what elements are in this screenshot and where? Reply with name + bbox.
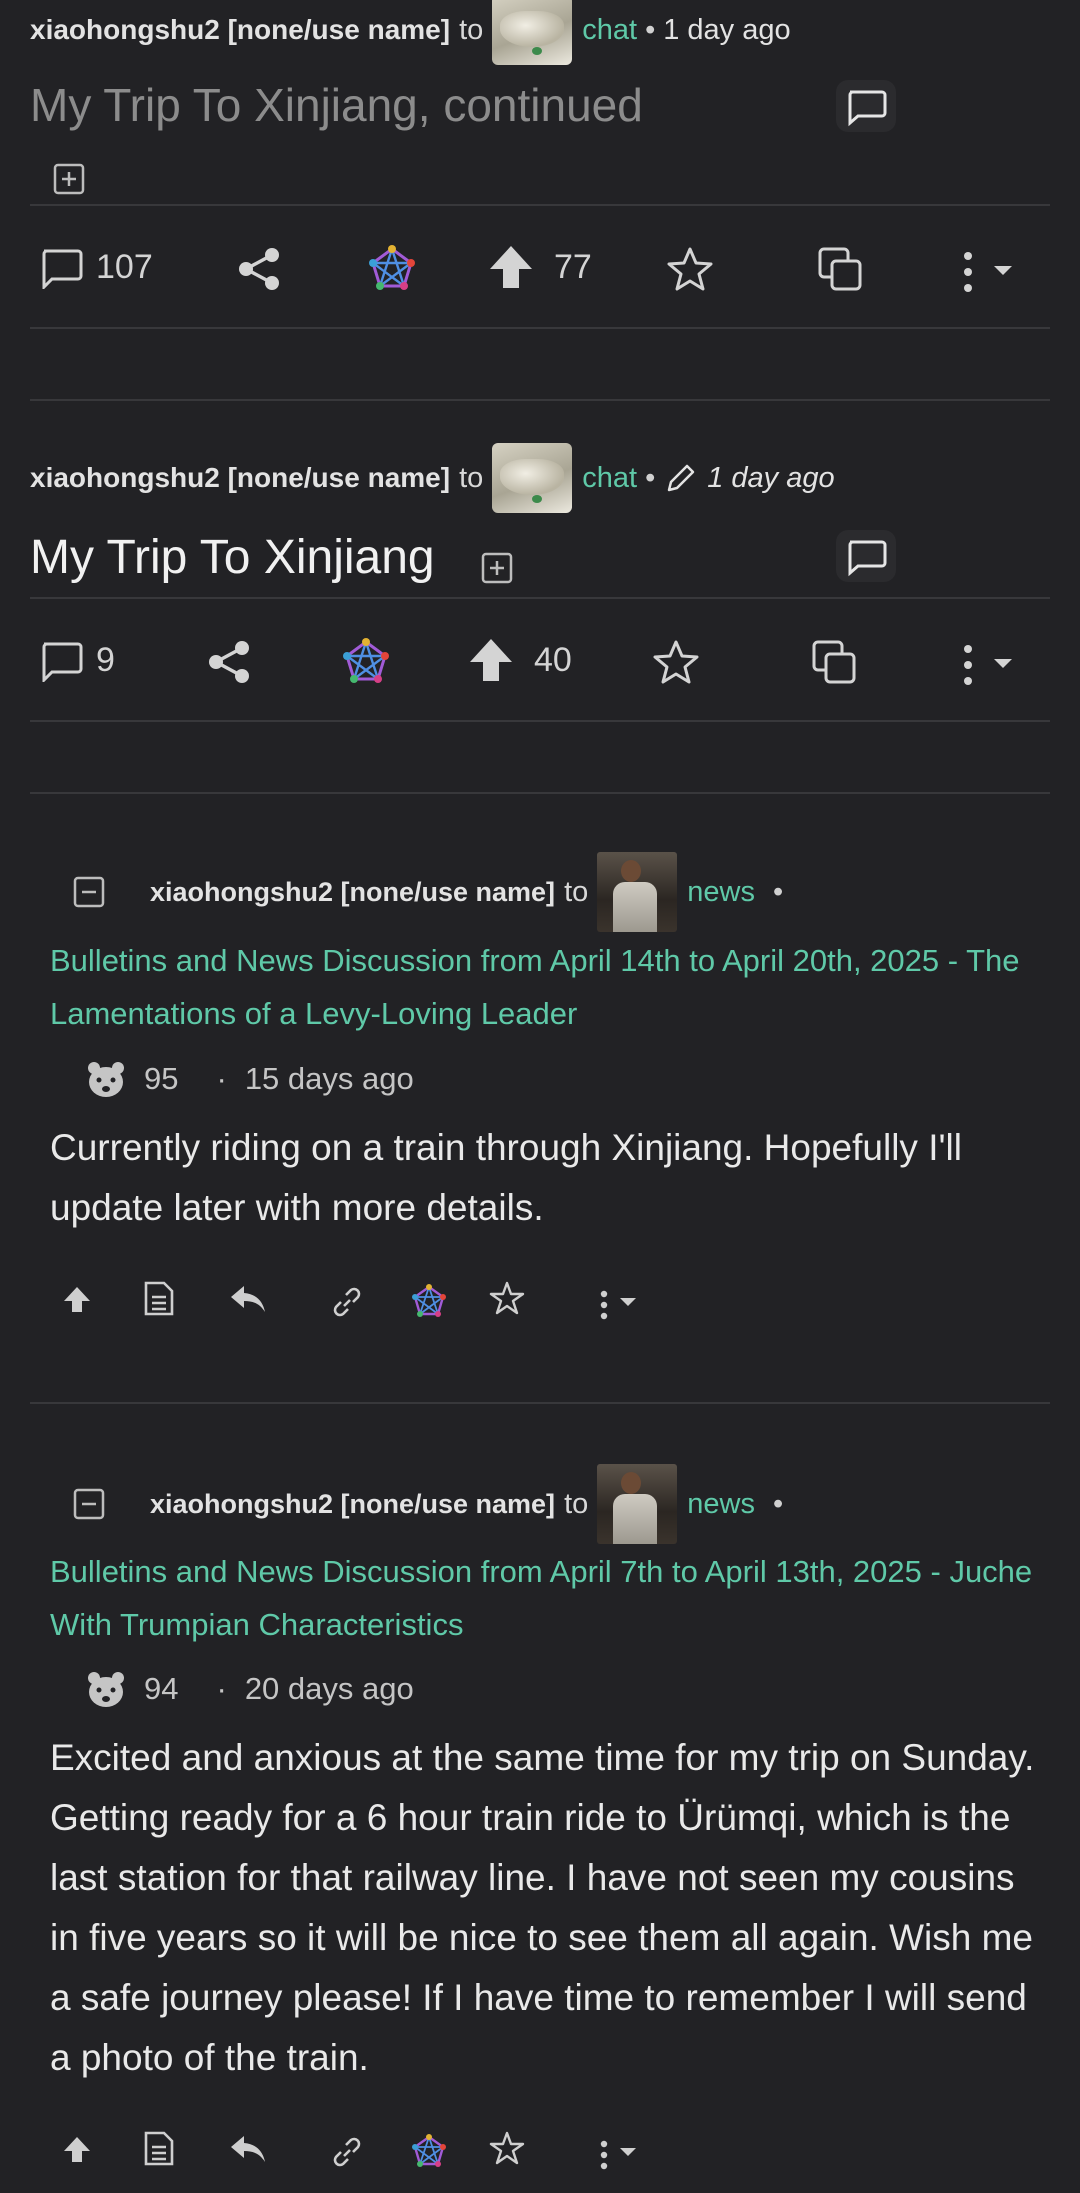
separator-dot: •: [645, 13, 656, 46]
comment-body: Currently riding on a train through Xinj…: [50, 1127, 962, 1228]
separator-dot: ·: [216, 1671, 227, 1706]
comments-button[interactable]: 9: [38, 638, 115, 682]
community-avatar[interactable]: [597, 852, 678, 932]
reply-icon[interactable]: [228, 2132, 268, 2166]
comment-bubble-icon[interactable]: [836, 80, 896, 132]
comment-time: 20 days ago: [244, 1671, 414, 1706]
expand-icon[interactable]: [52, 162, 86, 196]
post-actions: 9 40: [30, 600, 1045, 720]
post-title-link[interactable]: Bulletins and News Discussion from April…: [50, 934, 1040, 1040]
post-title[interactable]: My Trip To Xinjiang: [30, 530, 435, 585]
username-link[interactable]: xiaohongshu2 [none/use name]: [30, 14, 450, 46]
fediverse-icon[interactable]: [342, 638, 390, 686]
comment-meta: xiaohongshu2 [none/use name] to news •: [72, 1464, 791, 1544]
collapse-icon[interactable]: [72, 875, 106, 909]
bear-icon: [88, 1062, 124, 1097]
more-icon[interactable]: [598, 2136, 668, 2176]
post-score: 40: [534, 640, 572, 679]
collapse-icon[interactable]: [72, 1487, 106, 1521]
username-link[interactable]: xiaohongshu2 [none/use name]: [150, 1489, 555, 1520]
link-icon[interactable]: [328, 1284, 366, 1320]
community-link[interactable]: chat: [582, 462, 637, 495]
comment-icon: [42, 642, 83, 682]
post-time: 1 day ago: [663, 13, 791, 46]
separator-dot: •: [772, 1487, 784, 1520]
upvote-icon[interactable]: [62, 2134, 92, 2164]
star-icon[interactable]: [488, 2130, 526, 2166]
separator-dot: •: [645, 461, 656, 494]
upvote-icon: [470, 639, 512, 681]
more-icon[interactable]: [960, 247, 1030, 297]
post-score: 77: [554, 247, 592, 286]
more-icon[interactable]: [960, 640, 1030, 690]
link-icon[interactable]: [328, 2134, 366, 2170]
more-icon[interactable]: [598, 1286, 668, 1326]
post-actions: 107 77: [30, 207, 1045, 327]
community-link[interactable]: news: [687, 1488, 755, 1521]
separator-dot: ·: [216, 1061, 227, 1096]
comment-count: 9: [96, 640, 115, 679]
share-icon[interactable]: [206, 639, 252, 685]
bear-icon: [88, 1672, 124, 1707]
fediverse-icon[interactable]: [412, 2134, 446, 2168]
post-meta: xiaohongshu2 [none/use name] to chat • 1…: [30, 443, 835, 513]
username-link[interactable]: xiaohongshu2 [none/use name]: [150, 877, 555, 908]
upvote-button[interactable]: 77: [488, 243, 592, 291]
username-link[interactable]: xiaohongshu2 [none/use name]: [30, 462, 450, 494]
community-avatar[interactable]: [597, 1464, 678, 1544]
pencil-icon: [667, 464, 695, 492]
chevron-down-icon: [620, 2148, 636, 2156]
source-icon[interactable]: [142, 2130, 176, 2168]
comment-time: 15 days ago: [244, 1061, 414, 1096]
upvote-icon: [490, 246, 532, 288]
comment-icon: [42, 249, 83, 289]
separator-dot: •: [772, 875, 784, 908]
to-label: to: [459, 13, 484, 46]
fediverse-icon[interactable]: [412, 1284, 446, 1318]
chevron-down-icon: [994, 266, 1012, 275]
comment-count: 107: [96, 247, 153, 286]
comment-actions: [50, 2122, 1050, 2182]
community-link[interactable]: chat: [582, 14, 637, 47]
copy-icon[interactable]: [810, 638, 858, 686]
community-avatar[interactable]: [492, 0, 573, 65]
chevron-down-icon: [620, 1298, 636, 1306]
comment-body: Excited and anxious at the same time for…: [50, 1737, 1035, 2078]
community-link[interactable]: news: [687, 876, 755, 909]
chevron-down-icon: [994, 659, 1012, 668]
comment-score-row: 94 · 20 days ago: [86, 1666, 414, 1712]
comments-button[interactable]: 107: [38, 245, 153, 289]
comment-score: 95: [144, 1061, 179, 1096]
post-title[interactable]: My Trip To Xinjiang, continued: [30, 78, 643, 132]
expand-icon[interactable]: [480, 551, 514, 585]
to-label: to: [564, 875, 589, 908]
to-label: to: [459, 461, 484, 494]
star-icon[interactable]: [666, 245, 714, 293]
copy-icon[interactable]: [816, 245, 864, 293]
fediverse-icon[interactable]: [368, 245, 416, 293]
source-icon[interactable]: [142, 1280, 176, 1318]
to-label: to: [564, 1487, 589, 1520]
post-time: 1 day ago: [707, 461, 835, 494]
comment-bubble-icon[interactable]: [836, 530, 896, 582]
share-icon[interactable]: [236, 246, 282, 292]
upvote-button[interactable]: 40: [468, 636, 572, 684]
reply-icon[interactable]: [228, 1282, 268, 1316]
upvote-icon[interactable]: [62, 1284, 92, 1314]
comment-score-row: 95 · 15 days ago: [86, 1056, 414, 1102]
star-icon[interactable]: [488, 1280, 526, 1316]
post-title-link[interactable]: Bulletins and News Discussion from April…: [50, 1545, 1040, 1651]
comment-meta: xiaohongshu2 [none/use name] to news •: [72, 852, 791, 932]
comment-actions: [50, 1272, 1050, 1332]
star-icon[interactable]: [652, 638, 700, 686]
community-avatar[interactable]: [492, 443, 573, 513]
comment-score: 94: [144, 1671, 179, 1706]
post-meta: xiaohongshu2 [none/use name] to chat • 1…: [30, 0, 791, 65]
